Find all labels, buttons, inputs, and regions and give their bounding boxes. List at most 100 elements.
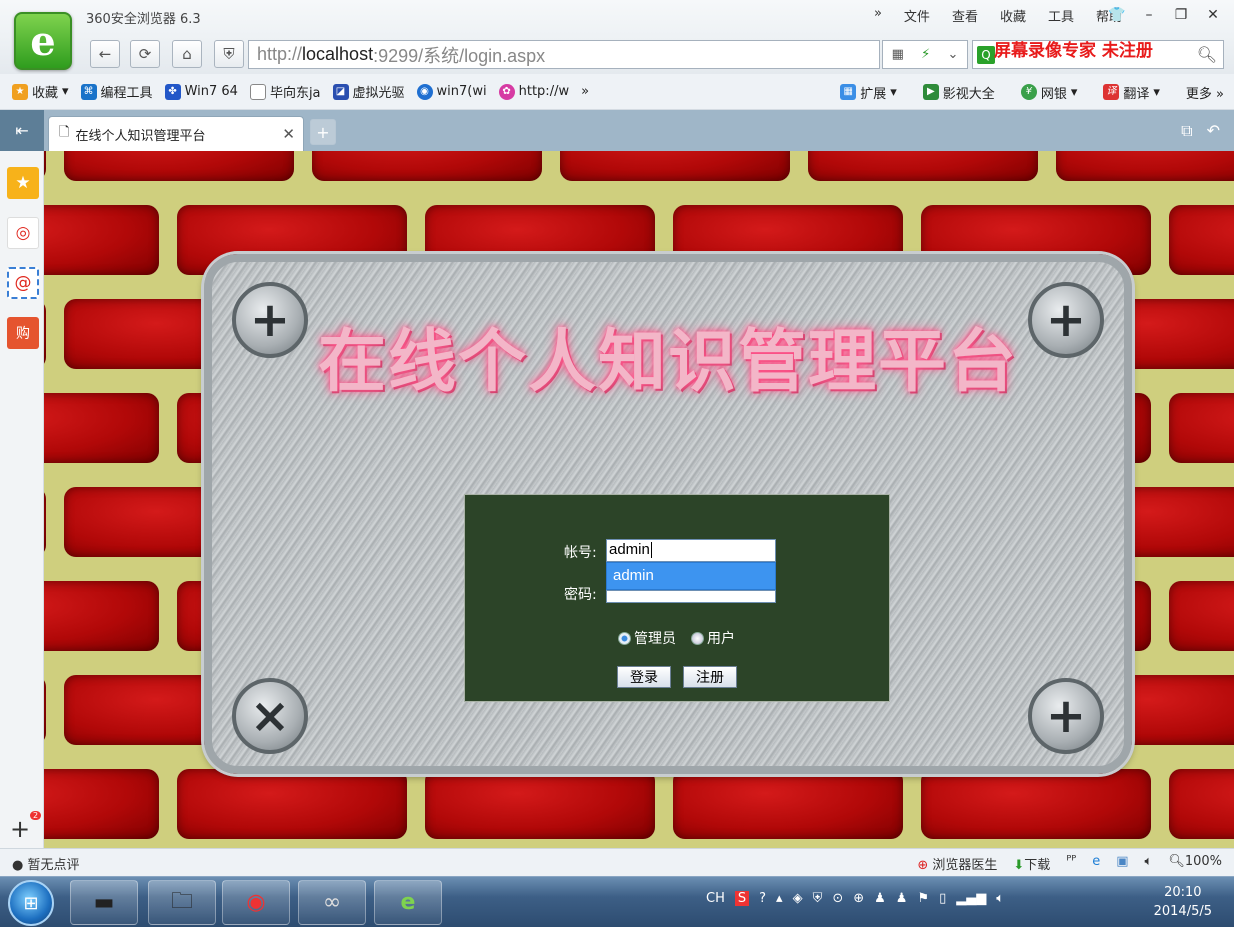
- taskbar-app-browser[interactable]: e: [374, 880, 442, 925]
- favorites-overflow[interactable]: »: [581, 84, 589, 99]
- minimize-icon[interactable]: –: [1136, 4, 1162, 26]
- window-icon[interactable]: ▣: [1116, 854, 1128, 873]
- windows-taskbar: ⊞ ▬ 🗀 ◉ ∞ e CH S ? ▴ ◈ ⛨ ⊙ ⊕ ♟ ♟ ⚑ ▯ ▂▄▆…: [0, 876, 1234, 927]
- home-button[interactable]: ⌂: [172, 40, 202, 68]
- register-button[interactable]: 注册: [683, 666, 737, 688]
- browser-icon: e: [400, 890, 416, 915]
- brick: [1169, 393, 1234, 463]
- taskbar-app-desktop[interactable]: ▬: [70, 880, 138, 925]
- bookmark-item[interactable]: ✿ http://w: [498, 83, 570, 100]
- skin-icon[interactable]: 👕: [1104, 4, 1130, 26]
- tab-title: 在线个人知识管理平台: [75, 128, 206, 144]
- new-tab-button[interactable]: +: [310, 119, 336, 145]
- sidebar-toggle-icon[interactable]: ⇤: [0, 110, 44, 151]
- tab-active[interactable]: 🗋 在线个人知识管理平台 ✕: [48, 116, 304, 151]
- search-icon[interactable]: 🔍︎: [1197, 45, 1217, 64]
- favorites-star-icon[interactable]: ★: [7, 167, 39, 199]
- back-button[interactable]: ←: [90, 40, 120, 68]
- bookmark-label: http://w: [518, 84, 570, 99]
- brick: [425, 769, 655, 839]
- bookmark-item[interactable]: ◉ win7(wi: [416, 83, 487, 100]
- download-button[interactable]: ⬇下载: [1013, 854, 1050, 873]
- menu-more[interactable]: »: [874, 6, 882, 25]
- weibo-icon[interactable]: ◎: [7, 217, 39, 249]
- tray-expand-icon[interactable]: ▴: [776, 891, 783, 906]
- plus-tray-icon[interactable]: ⊕: [853, 891, 864, 906]
- browser-doctor[interactable]: ⊕ 浏览器医生: [917, 854, 997, 873]
- password-input[interactable]: [606, 590, 776, 603]
- brick: [1169, 581, 1234, 651]
- ie-icon[interactable]: e: [1092, 854, 1100, 873]
- radio-unselected-icon: [691, 631, 704, 645]
- sogou-icon[interactable]: S: [734, 891, 750, 906]
- tray-app-icon[interactable]: ◈: [793, 891, 803, 906]
- taskbar-app-recorder[interactable]: ◉: [222, 880, 290, 925]
- zoom-control[interactable]: 🔍︎100%: [1168, 854, 1222, 873]
- menu-favorites[interactable]: 收藏: [1000, 6, 1026, 25]
- review-status[interactable]: ● 暂无点评: [12, 854, 80, 873]
- qr-code-icon[interactable]: ▦: [892, 47, 904, 62]
- search-engine-icon[interactable]: Q: [977, 46, 995, 64]
- bookmark-item[interactable]: ✤ Win7 64: [164, 83, 238, 100]
- volume-icon[interactable]: 🔈︎: [1145, 854, 1153, 873]
- device-icon[interactable]: ▯: [939, 891, 946, 906]
- flag-icon[interactable]: ⚑: [917, 891, 929, 906]
- download-icon: ⬇: [1013, 858, 1025, 873]
- chevron-down-icon[interactable]: ⌄: [947, 47, 958, 62]
- speed-icon[interactable]: ᴾᴾ: [1066, 854, 1076, 873]
- shopping-icon[interactable]: 购: [7, 317, 39, 349]
- recorder-watermark: 屏幕录像专家 未注册: [994, 41, 1153, 61]
- brick: [312, 151, 542, 181]
- extensions-menu[interactable]: ▦ 扩展 ▾: [840, 83, 897, 102]
- bookmark-item[interactable]: ◪ 虚拟光驱: [332, 82, 405, 101]
- sidebar: ★ ◎ @ 购 +2: [0, 151, 44, 848]
- close-window-icon[interactable]: ✕: [1200, 4, 1226, 26]
- taskbar-app-explorer[interactable]: 🗀: [148, 880, 216, 925]
- star-icon: ★: [12, 83, 28, 100]
- shield-tray-icon[interactable]: ⛨: [813, 891, 823, 906]
- translate-menu[interactable]: 译翻译 ▾: [1103, 83, 1160, 102]
- screw-icon: ×: [232, 678, 308, 754]
- qq-icon[interactable]: ♟: [874, 891, 886, 906]
- menu-file[interactable]: 文件: [904, 6, 930, 25]
- undo-close-icon[interactable]: ↶: [1207, 121, 1220, 141]
- close-tab-icon[interactable]: ✕: [282, 125, 295, 143]
- restore-tab-icon[interactable]: ⧉: [1181, 121, 1192, 141]
- input-method[interactable]: CH: [706, 891, 725, 906]
- page-content: + + × + 在线个人知识管理平台 帐号: admin admin 密码: 管…: [44, 151, 1234, 848]
- browser-logo[interactable]: e: [14, 12, 72, 70]
- security-tray-icon[interactable]: ⊙: [832, 891, 843, 906]
- qq-icon[interactable]: ♟: [896, 891, 908, 906]
- restore-icon[interactable]: ❐: [1168, 4, 1194, 26]
- role-admin-radio[interactable]: 管理员: [618, 628, 676, 648]
- brick: [1169, 205, 1234, 275]
- mail-icon[interactable]: @: [7, 267, 39, 299]
- bookmark-item[interactable]: ⌘ 编程工具: [80, 82, 153, 101]
- address-bar[interactable]: http://localhost:9299/系统/login.aspx: [248, 40, 880, 69]
- add-sidebar-button[interactable]: +2: [10, 811, 42, 843]
- volume-tray-icon[interactable]: 🔈︎: [996, 891, 1004, 906]
- system-clock[interactable]: 20:10 2014/5/5: [1154, 883, 1212, 921]
- account-input[interactable]: admin: [606, 539, 776, 562]
- tab-bar: ⇤ 🗋 在线个人知识管理平台 ✕ + ⧉ ↶: [0, 110, 1234, 151]
- video-label: 影视大全: [942, 86, 995, 102]
- video-link[interactable]: ▶ 影视大全: [922, 83, 995, 102]
- network-icon[interactable]: ▂▄▆: [956, 891, 986, 906]
- bank-link[interactable]: ¥ 网银 ▾: [1020, 83, 1077, 102]
- autocomplete-option[interactable]: admin: [606, 562, 776, 590]
- favorites-menu[interactable]: ★ 收藏 ▾: [12, 82, 69, 101]
- security-button[interactable]: ⛨: [214, 40, 244, 68]
- login-button[interactable]: 登录: [617, 666, 671, 688]
- app-title: 360安全浏览器 6.3: [86, 12, 201, 27]
- help-icon[interactable]: ?: [759, 891, 766, 906]
- refresh-button[interactable]: ⟳: [130, 40, 160, 68]
- start-button[interactable]: ⊞: [8, 880, 54, 926]
- menu-view[interactable]: 查看: [952, 6, 978, 25]
- more-menu[interactable]: 更多 »: [1186, 83, 1224, 102]
- taskbar-app-visual-studio[interactable]: ∞: [298, 880, 366, 925]
- lightning-icon[interactable]: ⚡: [921, 47, 930, 62]
- menu-tools[interactable]: 工具: [1048, 6, 1074, 25]
- role-user-radio[interactable]: 用户: [691, 628, 735, 648]
- paw-icon: ✤: [164, 83, 181, 100]
- bookmark-item[interactable]: 毕向东ja: [249, 82, 321, 101]
